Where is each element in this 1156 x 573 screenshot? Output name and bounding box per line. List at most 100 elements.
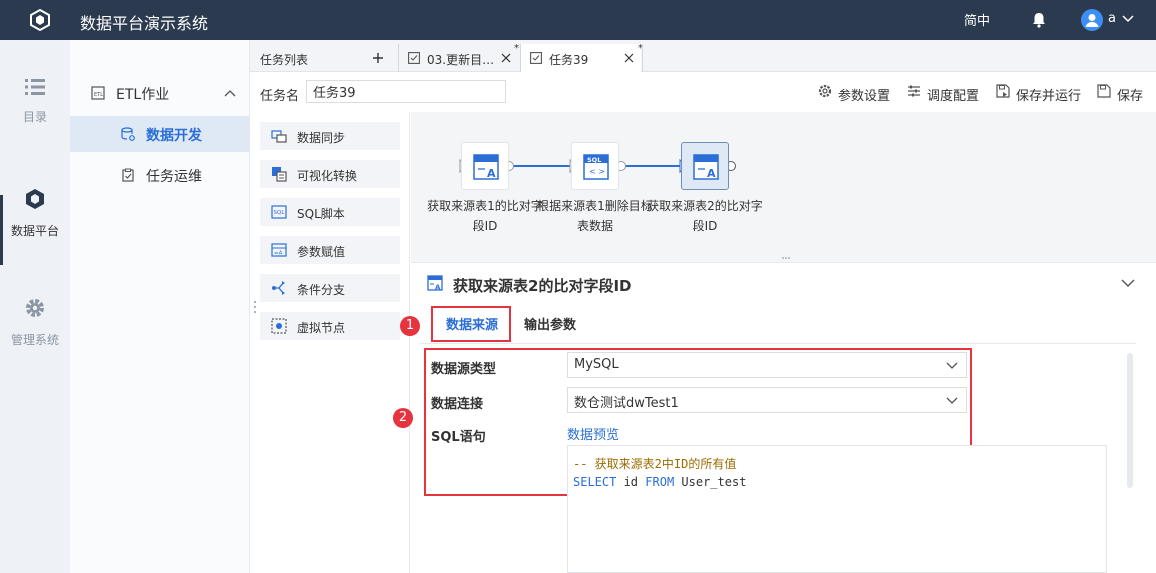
palette-label: 可视化转换 <box>297 169 358 183</box>
drag-handle-icon[interactable] <box>252 300 258 314</box>
sql-node-icon: SQL < > <box>583 154 609 180</box>
app-title: 数据平台演示系统 <box>80 14 209 33</box>
flow-canvas[interactable]: A SQL < > A 获取来源表1的比对字段ID 根据来源表1删除目标表数据 获… <box>411 112 1156 262</box>
param-node-icon: A <box>693 154 719 180</box>
nav-data-platform-label: 数据平台 <box>10 224 59 238</box>
tab-output-params[interactable]: 输出参数 <box>524 314 576 333</box>
connection-select[interactable]: 数仓测试dwTest1 <box>567 387 967 413</box>
connection-label: 数据连接 <box>431 397 484 412</box>
tab-task-list[interactable]: 任务列表 <box>250 44 398 72</box>
data-preview-link[interactable]: 数据预览 <box>567 424 619 443</box>
palette-sql-script[interactable]: SQL SQL脚本 <box>260 198 400 226</box>
flow-node-3[interactable]: A <box>681 142 729 190</box>
palette-virtual-node[interactable]: 虚拟节点 <box>260 312 400 340</box>
tab-bar: 任务列表 03.更新目… * 任务39 * <box>250 40 1156 72</box>
svg-text:A: A <box>435 284 441 292</box>
svg-text:SQL: SQL <box>587 156 601 164</box>
gear-icon <box>26 299 44 317</box>
param-node-icon: A <box>473 154 499 180</box>
tab-label: 任务列表 <box>260 53 309 67</box>
avatar[interactable] <box>1081 9 1103 31</box>
param-icon: =A <box>271 243 287 257</box>
transform-icon <box>272 167 287 182</box>
sliders-icon <box>908 85 920 97</box>
svg-text:< >: < > <box>589 167 605 176</box>
left-nav: 目录 数据平台 管理系统 <box>0 40 70 573</box>
annotation-badge-1: 1 <box>400 316 420 336</box>
sql-editor[interactable]: -- 获取来源表2中ID的所有值 SELECT id FROM User_tes… <box>567 445 1107 573</box>
nav-catalog-label: 目录 <box>22 110 47 124</box>
cube-icon <box>26 189 44 209</box>
svg-text:A: A <box>487 167 496 180</box>
tab-label: 任务39 <box>549 53 589 67</box>
palette-label: SQL脚本 <box>297 207 345 221</box>
list-icon <box>25 79 45 95</box>
flow-node-label: 根据来源表1删除目标表数据 <box>537 199 653 233</box>
close-icon[interactable] <box>501 53 511 63</box>
palette-label: 参数赋值 <box>297 245 346 259</box>
modified-mark: * <box>514 43 519 54</box>
sql-icon: SQL <box>271 205 287 219</box>
sync-icon <box>271 130 287 143</box>
task-name-input[interactable] <box>306 80 506 103</box>
bell-icon[interactable] <box>1032 12 1046 28</box>
sidebar: ETL ETL作业 数据开发 任务运维 <box>70 40 250 573</box>
etl-icon: ETL <box>91 86 105 100</box>
nav-management-label: 管理系统 <box>10 333 59 347</box>
sql-comment: -- 获取来源表2中ID的所有值 <box>573 457 737 471</box>
params-label: 参数设置 <box>838 89 891 104</box>
datasource-type-value: MySQL <box>574 357 619 372</box>
sql-label: SQL语句 <box>431 430 486 445</box>
database-icon <box>121 127 135 141</box>
flow-node-2[interactable]: SQL < > <box>571 142 619 190</box>
logo-icon <box>30 8 50 32</box>
checkbox-icon <box>530 52 542 64</box>
palette-visual-transform[interactable]: 可视化转换 <box>260 160 400 188</box>
palette-param-assign[interactable]: =A 参数赋值 <box>260 236 400 264</box>
sidebar-group-etl[interactable]: ETL ETL作业 <box>70 75 249 111</box>
annotation-badge-2: 2 <box>393 408 413 428</box>
tab-update[interactable]: 03.更新目… * <box>399 43 519 72</box>
user-name[interactable]: a <box>1108 11 1116 26</box>
task-name-label: 任务名 <box>260 89 300 104</box>
flow-node-1[interactable]: A <box>461 142 509 190</box>
datasource-type-label: 数据源类型 <box>431 362 497 377</box>
palette-data-sync[interactable]: 数据同步 <box>260 122 400 150</box>
top-bar: 数据平台演示系统 简中 a <box>0 0 1156 40</box>
save-run-icon <box>996 84 1010 98</box>
flow-edges <box>459 158 790 259</box>
palette-label: 数据同步 <box>297 131 346 145</box>
flow-node-label: 获取来源表2的比对字段ID <box>647 199 763 233</box>
sidebar-item-data-dev[interactable]: 数据开发 <box>70 116 249 152</box>
plus-icon[interactable] <box>372 52 384 64</box>
tab-label: 03.更新目… <box>427 53 495 67</box>
svg-text:A: A <box>707 167 716 180</box>
chevron-down-icon[interactable] <box>1121 279 1135 288</box>
datasource-type-select[interactable]: MySQL <box>567 352 967 378</box>
sidebar-item-task-ops[interactable]: 任务运维 <box>70 157 249 193</box>
branch-icon <box>272 281 285 295</box>
svg-text:SQL: SQL <box>274 210 286 216</box>
palette-condition-branch[interactable]: 条件分支 <box>260 274 400 302</box>
sql-statement: SELECT id FROM User_test <box>573 475 747 489</box>
close-icon[interactable] <box>624 53 634 63</box>
chevron-down-icon[interactable] <box>1122 13 1134 23</box>
nav-data-platform[interactable]: 数据平台 <box>0 188 70 239</box>
scrollbar[interactable] <box>1127 353 1133 488</box>
tab-task39[interactable]: 任务39 * <box>521 43 643 72</box>
sidebar-item-label: 任务运维 <box>146 169 202 185</box>
chevron-down-icon <box>946 362 958 369</box>
schedule-label: 调度配置 <box>927 89 980 104</box>
language-switch[interactable]: 简中 <box>964 10 990 29</box>
svg-text:=A: =A <box>274 251 283 257</box>
sidebar-item-label: 数据开发 <box>146 128 202 144</box>
param-node-icon: A <box>427 275 443 291</box>
nav-management[interactable]: 管理系统 <box>0 297 70 348</box>
svg-text:ETL: ETL <box>94 92 103 98</box>
nav-catalog[interactable]: 目录 <box>0 78 70 125</box>
save-run-label: 保存并运行 <box>1016 89 1082 104</box>
sidebar-group-label: ETL作业 <box>116 87 170 103</box>
palette-label: 条件分支 <box>297 283 346 297</box>
save-label: 保存 <box>1117 89 1144 104</box>
chevron-up-icon[interactable] <box>224 89 236 97</box>
